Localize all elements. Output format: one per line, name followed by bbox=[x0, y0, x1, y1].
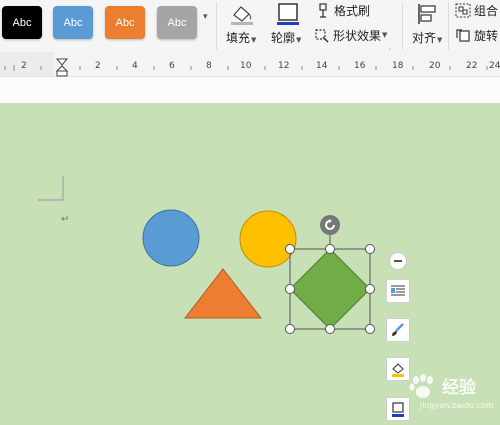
fill-icon[interactable] bbox=[228, 2, 256, 26]
outline-dropdown-caret: ▼ bbox=[296, 36, 302, 44]
style-gallery-more-icon[interactable]: ▾ bbox=[203, 12, 208, 22]
resize-handle-bottom-right[interactable] bbox=[365, 324, 375, 334]
align-button[interactable]: 对齐▼ bbox=[412, 29, 442, 46]
style-brush-icon[interactable] bbox=[386, 318, 410, 342]
fill-button[interactable]: 填充▼ bbox=[226, 29, 256, 46]
ruler-number: 2 bbox=[95, 61, 101, 71]
rotate-handle-icon[interactable] bbox=[320, 215, 340, 235]
toolbar-separator bbox=[402, 2, 403, 50]
shape-style-gray[interactable]: Abc bbox=[157, 6, 197, 39]
resize-handle-top-left[interactable] bbox=[285, 244, 295, 254]
resize-handle-top-right[interactable] bbox=[365, 244, 375, 254]
minus-icon[interactable] bbox=[389, 252, 407, 270]
ruler-number: 10 bbox=[240, 61, 252, 71]
shape-style-blue[interactable]: Abc bbox=[53, 6, 93, 39]
ruler-number: 2 bbox=[21, 61, 27, 71]
rotate-button[interactable]: 旋转 bbox=[455, 26, 498, 44]
paw-logo-icon bbox=[409, 374, 433, 398]
resize-handle-right[interactable] bbox=[365, 284, 375, 294]
outline-button[interactable]: 轮廓▼ bbox=[271, 29, 301, 46]
align-dropdown-caret: ▼ bbox=[437, 36, 443, 44]
fill-dropdown-caret: ▼ bbox=[251, 36, 257, 44]
shape-effects-label: 形状效果 bbox=[333, 28, 382, 43]
align-icon[interactable] bbox=[416, 2, 440, 26]
ruler-number: 18 bbox=[392, 61, 404, 71]
toolbar-separator bbox=[448, 2, 449, 50]
shape-effects-dropdown-caret: ▼ bbox=[382, 31, 388, 39]
ruler-number: 12 bbox=[278, 61, 290, 71]
indent-marker-icon[interactable] bbox=[56, 58, 68, 77]
ruler-number: 14 bbox=[316, 61, 328, 71]
format-painter-icon bbox=[319, 2, 327, 18]
outline-icon[interactable] bbox=[275, 2, 301, 26]
ribbon-toolbar: Abc Abc Abc Abc ▾ 填充▼ 轮廓▼ 格式刷 形状效果 ▼ ⌟ 对… bbox=[0, 0, 500, 53]
resize-handle-top[interactable] bbox=[325, 244, 335, 254]
rotate-icon bbox=[456, 28, 470, 42]
layout-options-icon[interactable] bbox=[386, 279, 410, 303]
shape-style-black[interactable]: Abc bbox=[2, 6, 42, 39]
dialog-launcher-icon[interactable]: ⌟ bbox=[388, 44, 391, 51]
group-icon bbox=[455, 3, 471, 17]
ruler-number: 16 bbox=[354, 61, 366, 71]
watermark: 经验 jingyan.baidu.com bbox=[408, 372, 498, 414]
rotate-label: 旋转 bbox=[474, 28, 499, 43]
shape-outline-icon[interactable] bbox=[386, 397, 410, 421]
page-top-margin bbox=[0, 77, 500, 103]
watermark-text: 经验 bbox=[442, 378, 476, 398]
watermark-subtext: jingyan.baidu.com bbox=[420, 401, 494, 410]
document-page[interactable]: ↵ 经验 jingyan.baidu.com bbox=[0, 103, 500, 425]
group-button[interactable]: 组合 bbox=[455, 2, 498, 18]
orange-triangle-shape[interactable] bbox=[183, 268, 263, 319]
resize-handle-left[interactable] bbox=[285, 284, 295, 294]
fill-label: 填充 bbox=[226, 31, 251, 45]
format-painter-button[interactable]: 格式刷 bbox=[316, 2, 370, 18]
ruler-number: 22 bbox=[466, 61, 478, 71]
ruler-number: 4 bbox=[132, 61, 138, 71]
yellow-circle-shape[interactable] bbox=[239, 210, 297, 268]
ruler-number: 20 bbox=[429, 61, 441, 71]
outline-label: 轮廓 bbox=[271, 31, 296, 45]
blue-circle-shape[interactable] bbox=[142, 209, 200, 267]
resize-handle-bottom-left[interactable] bbox=[285, 324, 295, 334]
shape-effects-button[interactable]: 形状效果 ▼ bbox=[314, 26, 387, 44]
ruler-number: 24 bbox=[489, 61, 500, 71]
shape-effects-icon bbox=[315, 28, 329, 43]
align-label: 对齐 bbox=[412, 31, 437, 45]
format-painter-label: 格式刷 bbox=[334, 3, 371, 18]
toolbar-separator bbox=[216, 2, 217, 50]
shape-style-orange[interactable]: Abc bbox=[105, 6, 145, 39]
ruler-number: 6 bbox=[169, 61, 175, 71]
ruler-number: 8 bbox=[206, 61, 212, 71]
green-diamond-shape[interactable] bbox=[289, 248, 371, 330]
resize-handle-bottom[interactable] bbox=[325, 324, 335, 334]
group-label: 组合 bbox=[474, 3, 499, 18]
shape-fill-icon[interactable] bbox=[386, 357, 410, 381]
horizontal-ruler[interactable]: 2 2 4 6 8 10 12 14 16 18 20 22 24 bbox=[0, 52, 500, 77]
